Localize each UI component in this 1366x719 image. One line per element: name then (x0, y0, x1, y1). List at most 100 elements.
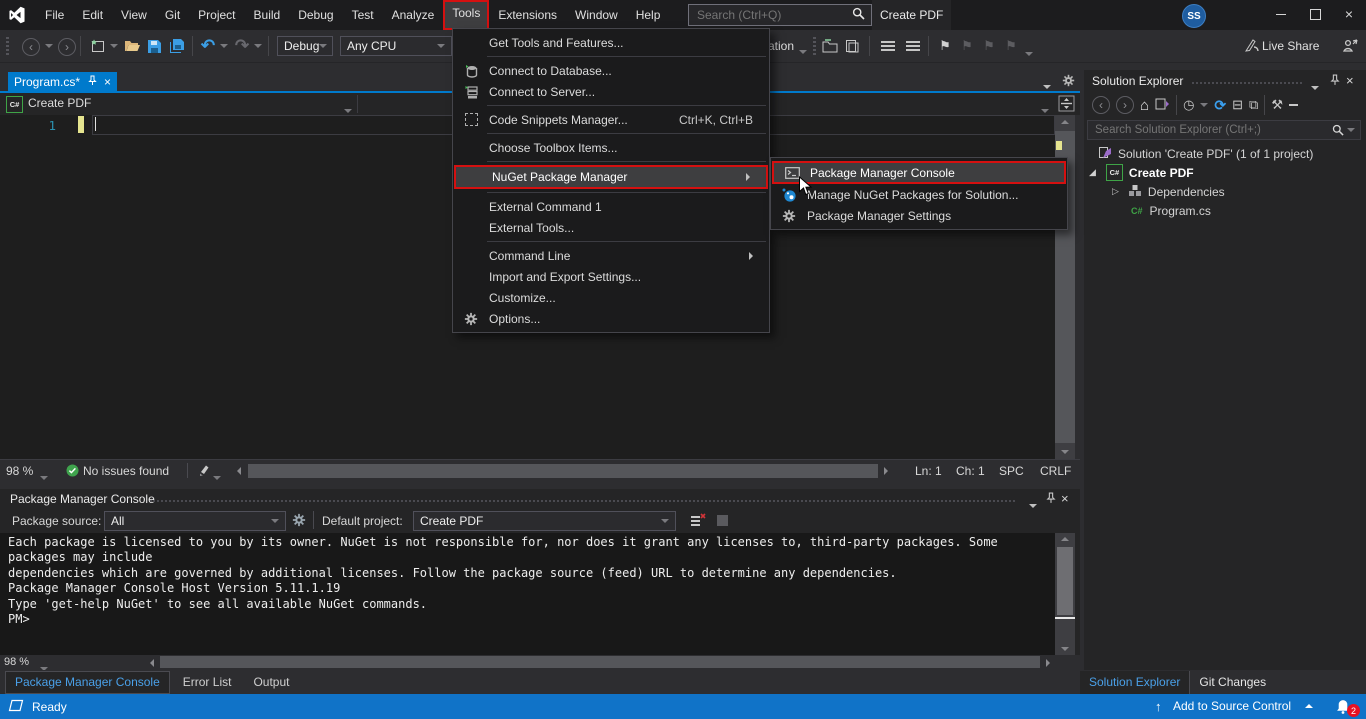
tab-error-list[interactable]: Error List (174, 672, 241, 693)
default-project-dropdown[interactable]: Create PDF (413, 511, 676, 531)
quick-search-box[interactable] (688, 4, 872, 26)
h-scroll-right-arrow[interactable] (884, 467, 888, 475)
menu-help[interactable]: Help (627, 2, 670, 28)
navigate-back-icon[interactable]: ‹ (22, 38, 40, 56)
menu-extensions[interactable]: Extensions (489, 2, 566, 28)
menu-item-code-snippets-manager[interactable]: Code Snippets Manager... Ctrl+K, Ctrl+B (453, 109, 769, 130)
menu-build[interactable]: Build (245, 2, 290, 28)
tree-item-dependencies[interactable]: ▷ Dependencies (1084, 182, 1366, 201)
preview-selected-icon[interactable]: ⧉ (1249, 97, 1258, 113)
solution-platform-dropdown[interactable]: Any CPU (340, 36, 452, 56)
menu-window[interactable]: Window (566, 2, 627, 28)
panel-options-dropdown[interactable] (1311, 79, 1319, 93)
scroll-up-arrow[interactable] (1061, 120, 1069, 124)
editor-zoom-level[interactable]: 98 % (6, 464, 33, 478)
close-panel-icon[interactable]: × (1346, 73, 1354, 88)
menu-item-external-tools[interactable]: External Tools... (453, 217, 769, 238)
menu-item-choose-toolbox-items[interactable]: Choose Toolbox Items... (453, 137, 769, 158)
clear-console-icon[interactable] (690, 513, 706, 530)
menu-tools[interactable]: Tools (443, 0, 489, 30)
pmc-zoom-level[interactable]: 98 % (4, 656, 29, 668)
pmc-horizontal-scrollbar[interactable] (160, 656, 1040, 668)
scrollbar-thumb[interactable] (1057, 547, 1073, 615)
panel-drag-grip[interactable] (150, 500, 1015, 502)
spaces-indicator[interactable]: SPC (999, 464, 1024, 478)
menu-item-import-export-settings[interactable]: Import and Export Settings... (453, 266, 769, 287)
open-file-icon[interactable] (122, 30, 142, 62)
tree-item-project[interactable]: ◢ C# Create PDF (1084, 163, 1366, 182)
pmc-vertical-scrollbar[interactable] (1055, 533, 1075, 655)
tab-package-manager-console[interactable]: Package Manager Console (5, 671, 170, 694)
document-tab[interactable]: Program.cs* × (8, 72, 117, 91)
back-icon[interactable]: ‹ (1092, 96, 1110, 114)
menu-file[interactable]: File (36, 2, 73, 28)
menu-edit[interactable]: Edit (73, 2, 112, 28)
solution-search-input[interactable] (1093, 123, 1312, 137)
toolbar-drag-grip[interactable] (812, 30, 817, 62)
code-cleanup-icon[interactable] (197, 464, 210, 480)
new-item-dropdown[interactable] (109, 30, 119, 62)
close-button[interactable]: × (1332, 0, 1366, 28)
minimize-button[interactable] (1264, 0, 1298, 28)
menu-test[interactable]: Test (343, 2, 383, 28)
menu-analyze[interactable]: Analyze (383, 2, 444, 28)
restore-button[interactable] (1298, 0, 1332, 28)
line-indicator[interactable]: Ln: 1 (915, 464, 942, 478)
pending-changes-filter-icon[interactable]: ◷ (1183, 97, 1194, 113)
source-control-dropdown[interactable] (1305, 704, 1313, 708)
tab-options-gear-icon[interactable] (1062, 74, 1075, 90)
scroll-up-arrow[interactable] (1061, 537, 1069, 541)
menu-project[interactable]: Project (189, 2, 244, 28)
toolbar-overflow-dropdown[interactable] (1024, 38, 1034, 70)
tab-output[interactable]: Output (244, 672, 298, 693)
solution-explorer-search-box[interactable] (1087, 120, 1361, 140)
live-share-label[interactable]: Live Share (1262, 30, 1319, 62)
submenu-item-package-manager-settings[interactable]: Package Manager Settings (771, 205, 1067, 226)
profile-dropdown[interactable] (798, 36, 808, 68)
add-item-icon[interactable] (843, 30, 863, 62)
new-project-icon[interactable] (88, 30, 108, 62)
collapsed-icon[interactable]: ▷ (1112, 186, 1119, 197)
new-folder-icon[interactable] (820, 30, 840, 62)
collapse-all-icon[interactable]: ⊟ (1232, 97, 1243, 113)
undo-dropdown[interactable] (219, 30, 229, 62)
clear-bookmarks-icon[interactable]: ⚑ (1002, 30, 1020, 62)
pin-panel-icon[interactable] (1046, 492, 1056, 507)
scroll-down-arrow[interactable] (1061, 647, 1069, 651)
switch-views-icon[interactable] (1155, 97, 1170, 114)
package-source-dropdown[interactable]: All (104, 511, 286, 531)
active-files-dropdown[interactable] (1043, 78, 1051, 92)
notification-count-badge[interactable]: 2 (1347, 704, 1360, 717)
menu-item-command-line[interactable]: Command Line (453, 245, 769, 266)
navigate-forward-icon[interactable]: › (58, 38, 76, 56)
background-tasks-icon[interactable] (8, 699, 24, 715)
panel-drag-grip[interactable] (1192, 82, 1302, 84)
feedback-icon[interactable] (1340, 30, 1360, 62)
pin-panel-icon[interactable] (1330, 74, 1340, 89)
tab-solution-explorer[interactable]: Solution Explorer (1080, 671, 1190, 694)
tab-git-changes[interactable]: Git Changes (1190, 672, 1275, 693)
column-indicator[interactable]: Ch: 1 (956, 464, 985, 478)
show-all-files-icon[interactable] (1289, 104, 1298, 106)
package-source-settings-gear-icon[interactable] (292, 513, 306, 530)
add-to-source-control-button[interactable]: Add to Source Control (1173, 699, 1291, 713)
live-share-icon[interactable] (1243, 30, 1261, 62)
tree-item-solution[interactable]: Solution 'Create PDF' (1 of 1 project) (1084, 144, 1366, 163)
menu-item-nuget-package-manager[interactable]: NuGet Package Manager (454, 165, 768, 189)
submenu-item-manage-nuget-packages[interactable]: Manage NuGet Packages for Solution... (771, 184, 1067, 205)
split-editor-icon[interactable] (1058, 95, 1075, 115)
previous-bookmark-icon[interactable]: ⚑ (958, 30, 976, 62)
pin-tab-icon[interactable] (88, 75, 97, 89)
menu-git[interactable]: Git (156, 2, 189, 28)
search-icon[interactable] (1332, 124, 1355, 136)
save-icon[interactable] (145, 30, 163, 62)
menu-item-external-command-1[interactable]: External Command 1 (453, 196, 769, 217)
next-bookmark-icon[interactable]: ⚑ (980, 30, 998, 62)
redo-dropdown[interactable] (253, 30, 263, 62)
save-all-icon[interactable] (167, 30, 187, 62)
undo-icon[interactable]: ↶ (199, 30, 217, 62)
forward-icon[interactable]: › (1116, 96, 1134, 114)
submenu-item-package-manager-console[interactable]: Package Manager Console (772, 161, 1066, 184)
tree-item-program-file[interactable]: C# Program.cs (1084, 201, 1366, 220)
decrease-indent-icon[interactable] (877, 30, 899, 62)
